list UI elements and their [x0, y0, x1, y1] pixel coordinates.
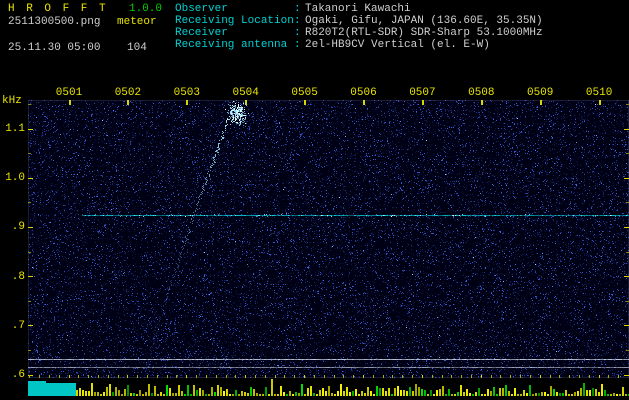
info-separator: : [294, 15, 301, 27]
y-axis-unit-label: kHz [2, 95, 22, 107]
x-tick-label: 0506 [350, 87, 377, 99]
info-value: Takanori Kawachi [305, 3, 411, 15]
x-tick-label: 0502 [114, 87, 142, 99]
x-tick-label: 0509 [526, 87, 554, 99]
mode-label: meteor [117, 16, 157, 28]
info-separator: : [294, 39, 301, 51]
x-tick-label: 0505 [291, 87, 318, 99]
x-tick-label: 0504 [232, 87, 259, 99]
info-separator: : [294, 27, 301, 39]
x-tick-label: 0510 [585, 87, 613, 99]
info-value: R820T2(RTL-SDR) SDR-Sharp 53.1000MHz [305, 27, 543, 39]
info-separator: : [294, 3, 301, 15]
info-label: Receiver [175, 27, 228, 39]
info-label: Observer [175, 3, 228, 15]
info-label: Receiving Location [175, 15, 294, 27]
info-value: Ogaki, Gifu, JAPAN (136.60E, 35.35N) [305, 15, 543, 27]
y-tick-label: 1.1 [5, 123, 25, 135]
info-value: 2el-HB9CV Vertical (el. E-W) [305, 39, 490, 51]
app-version: 1.0.0 [129, 3, 163, 15]
x-tick-label: 0501 [55, 87, 83, 99]
x-tick-label: 0503 [173, 87, 200, 99]
x-tick-label: 0508 [468, 87, 495, 99]
x-tick-label: 0507 [409, 87, 436, 99]
signal-level-meter [28, 378, 629, 398]
info-label: Receiving antenna [175, 39, 288, 51]
y-tick-label: .9 [11, 221, 25, 234]
echo-count: 104 [127, 42, 147, 54]
datetime-label: 25.11.30 05:00 [8, 42, 101, 54]
y-tick-label: .7 [11, 319, 25, 332]
y-tick-label: .8 [11, 270, 25, 283]
y-tick-label: .6 [11, 369, 25, 381]
output-filename: 2511300500.png [8, 16, 101, 28]
y-tick-label: 1.0 [5, 172, 25, 185]
app-title: H R O F F T [8, 3, 109, 15]
hrofft-screen: H R O F F T 1.0.0 2511300500.png meteor … [0, 0, 629, 400]
spectrogram-canvas [28, 100, 629, 378]
